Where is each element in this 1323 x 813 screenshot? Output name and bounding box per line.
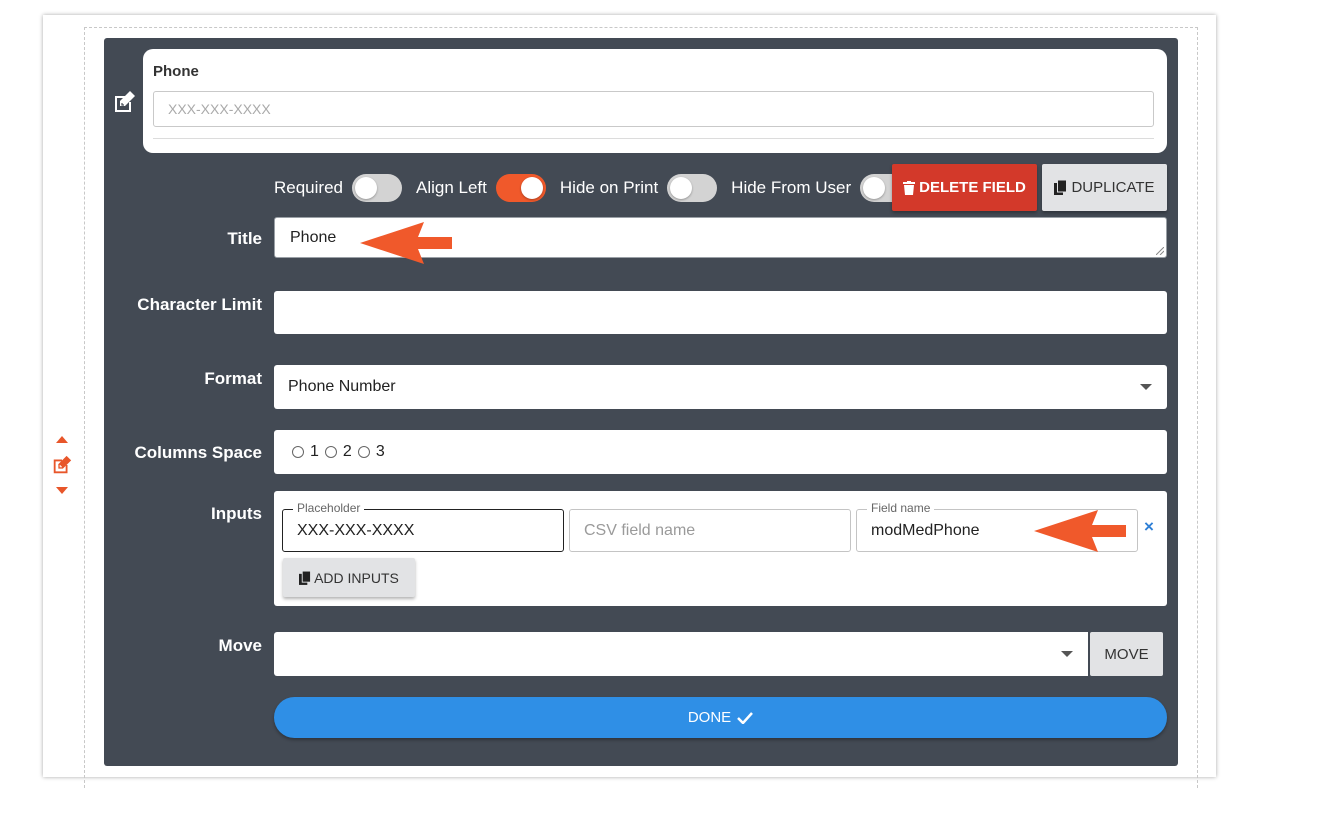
format-value: Phone Number bbox=[288, 378, 396, 395]
copy-icon bbox=[299, 570, 312, 585]
hide-from-user-label: Hide From User bbox=[731, 178, 852, 197]
columns-space-radio-group: 1 2 3 bbox=[274, 430, 1167, 474]
trash-icon bbox=[903, 180, 916, 195]
columns-option-1[interactable]: 1 bbox=[292, 443, 319, 461]
delete-field-label: DELETE FIELD bbox=[919, 179, 1026, 196]
move-down-icon[interactable] bbox=[56, 487, 68, 494]
title-label: Title bbox=[227, 229, 262, 248]
character-limit-input[interactable] bbox=[274, 291, 1167, 334]
duplicate-button[interactable]: DUPLICATE bbox=[1042, 164, 1167, 211]
field-options-row: Required Align Left Hide on Print Hide F… bbox=[274, 166, 924, 210]
field-name-value: modMedPhone bbox=[871, 522, 980, 539]
columns-space-label: Columns Space bbox=[134, 443, 262, 462]
radio-icon[interactable] bbox=[357, 446, 370, 458]
radio-icon[interactable] bbox=[324, 446, 337, 458]
align-left-toggle[interactable] bbox=[495, 174, 546, 202]
csv-field-name-input[interactable]: CSV field name bbox=[569, 509, 851, 552]
edit-icon[interactable] bbox=[51, 454, 73, 476]
character-limit-label: Character Limit bbox=[137, 295, 262, 314]
align-left-label: Align Left bbox=[416, 178, 487, 197]
move-select[interactable] bbox=[274, 632, 1088, 676]
remove-input-icon[interactable]: × bbox=[1144, 517, 1154, 537]
placeholder-value: XXX-XXX-XXXX bbox=[297, 522, 415, 539]
inputs-label: Inputs bbox=[211, 504, 262, 523]
placeholder-floating-label: Placeholder bbox=[293, 501, 365, 515]
move-up-icon[interactable] bbox=[56, 436, 68, 443]
move-label: Move bbox=[218, 636, 262, 655]
caret-down-icon bbox=[1140, 384, 1152, 390]
preview-title: Phone bbox=[153, 63, 199, 80]
format-select[interactable]: Phone Number bbox=[274, 365, 1167, 409]
hide-on-print-label: Hide on Print bbox=[559, 178, 659, 197]
copy-icon bbox=[1054, 180, 1068, 195]
format-label: Format bbox=[204, 369, 262, 388]
caret-down-icon bbox=[1061, 651, 1073, 657]
columns-option-label: 2 bbox=[342, 443, 352, 460]
hide-on-print-toggle[interactable] bbox=[667, 174, 718, 202]
required-toggle[interactable] bbox=[352, 174, 402, 202]
divider bbox=[153, 138, 1154, 139]
radio-icon[interactable] bbox=[292, 446, 304, 458]
field-reorder-handle[interactable] bbox=[50, 436, 74, 494]
field-name-floating-label: Field name bbox=[867, 501, 935, 515]
delete-field-button[interactable]: DELETE FIELD bbox=[892, 164, 1037, 211]
field-preview: Phone XXX-XXX-XXXX bbox=[143, 49, 1167, 153]
add-inputs-button[interactable]: ADD INPUTS bbox=[283, 558, 415, 597]
columns-option-2[interactable]: 2 bbox=[324, 443, 352, 461]
columns-option-label: 3 bbox=[375, 443, 385, 460]
checkmark-icon bbox=[737, 711, 754, 724]
resize-handle-icon[interactable] bbox=[1156, 247, 1164, 255]
edit-icon[interactable] bbox=[113, 90, 137, 114]
duplicate-label: DUPLICATE bbox=[1071, 179, 1155, 196]
add-inputs-label: ADD INPUTS bbox=[314, 569, 399, 586]
csv-field-name-placeholder: CSV field name bbox=[584, 522, 696, 539]
required-label: Required bbox=[274, 178, 343, 197]
title-value: Phone bbox=[290, 229, 337, 246]
annotation-arrow-icon bbox=[360, 222, 452, 264]
move-button[interactable]: MOVE bbox=[1090, 632, 1163, 676]
columns-option-3[interactable]: 3 bbox=[357, 443, 385, 461]
placeholder-input[interactable]: Placeholder XXX-XXX-XXXX bbox=[282, 501, 564, 552]
done-label: DONE bbox=[687, 709, 732, 726]
preview-input[interactable]: XXX-XXX-XXXX bbox=[153, 91, 1154, 127]
columns-option-label: 1 bbox=[310, 443, 319, 460]
done-button[interactable]: DONE bbox=[274, 697, 1167, 738]
annotation-arrow-icon bbox=[1034, 510, 1126, 552]
